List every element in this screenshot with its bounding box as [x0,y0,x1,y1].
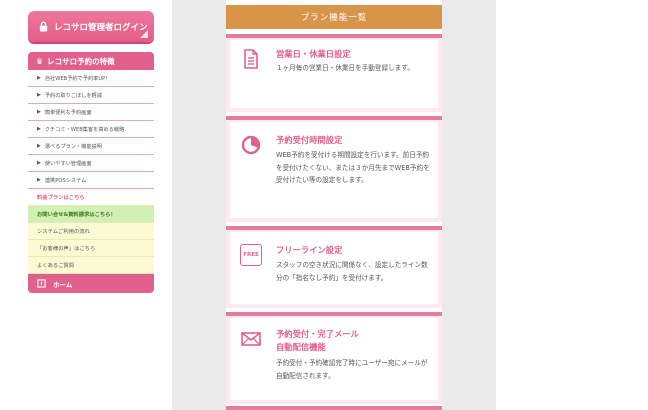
admin-login-label: レコサロ管理者ログイン [54,22,148,33]
triangle-bullet-icon: ▶ [37,126,41,132]
sidebar-extra-label: よくあるご質問 [37,263,75,269]
card-body: 予約受付時間設定 WEB予約を受付ける期間設定を行います。前日予約を受付けたくな… [230,122,438,218]
card-body: 予約受付・完了メール 自動配信機能 予約受付・予約確認完了時にユーザー宛にメール… [230,318,438,400]
sidebar-extra-link[interactable]: よくあるご質問 [28,257,154,274]
sidebar-nav-label: 使いやすい管理画面 [44,160,92,167]
sidebar-nav-label: 予約の取りこぼしを軽減 [44,92,102,99]
sidebar-nav-item[interactable]: ▶ 連携POSシステム [28,172,154,189]
card-body: 営業日・休業日設定 １ヶ月毎の営業日・休業日を手動登録します。 [230,40,438,108]
crown-icon: ♛ [36,56,44,66]
sidebar-extra-label: 料金プランはこちら [37,195,85,201]
background-strip-right [442,0,496,410]
card-title-line: 予約受付・完了メール [276,329,359,339]
corner-arrow-icon [140,30,148,38]
plan-features-panel: プラン機能一覧 営業日・休業日設定 １ヶ月毎の営業日・休業日を手動登録します。 … [226,0,442,410]
triangle-bullet-icon: ▶ [37,160,41,166]
feature-nav-list: ▶ 自社WEB予約で予約率UP！ ▶ 予約の取りこぼしを軽減 ▶ 簡単便利な予約画面 ▶ クチ… [28,70,154,189]
card-body: FREE フリーライン設定 スタッフの空き状況に関係なく、設定したライン数分の「… [230,232,438,304]
home-label: ホーム [53,280,73,289]
card-description: １ヶ月毎の営業日・休業日を手動登録します。 [276,64,414,72]
pie-chart-icon [241,135,261,155]
sidebar-nav-label: 連携POSシステム [44,177,87,184]
sidebar-nav-item[interactable]: ▶ 使いやすい管理画面 [28,155,154,172]
sidebar-nav-item[interactable]: ▶ 簡単便利な予約画面 [28,104,154,121]
admin-login-button[interactable]: レコサロ管理者ログイン [28,11,154,42]
card-description: スタッフの空き状況に関係なく、設定したライン数分の「指名なし予約」を受付けます。 [276,261,428,282]
card-title: 予約受付・完了メール 自動配信機能 [276,328,359,354]
card-description: 予約受付・予約確認完了時にユーザー宛にメールが自動配信されます。 [276,359,428,380]
free-badge-text: FREE [243,252,259,258]
card-title: 営業日・休業日設定 [276,49,351,59]
feature-card-reservation-hours: 予約受付時間設定 WEB予約を受付ける期間設定を行います。前日予約を受付けたくな… [226,116,442,222]
features-header-label: レコサロ予約の特徴 [47,56,115,66]
sidebar: レコサロ管理者ログイン ♛ レコサロ予約の特徴 ▶ 自社WEB予約で予約率UP！ ▶… [28,11,154,293]
card-title: 予約受付時間設定 [276,135,343,145]
sidebar-extra-label: お問い合せ&資料請求はこちら！ [37,212,116,218]
sidebar-nav-item[interactable]: ▶ 選べるプラン・機能説明 [28,138,154,155]
feature-card-auto-mail: 予約受付・完了メール 自動配信機能 予約受付・予約確認完了時にユーザー宛にメール… [226,312,442,404]
sidebar-nav-label: 簡単便利な予約画面 [44,109,92,116]
triangle-bullet-icon: ▶ [37,75,41,81]
mail-icon [241,332,261,346]
free-badge-icon: FREE [240,244,262,266]
sidebar-nav-item[interactable]: ▶ クチコミ・WEB集客を高める戦略 [28,121,154,138]
triangle-bullet-icon: ▶ [37,92,41,98]
sidebar-nav-label: クチコミ・WEB集客を高める戦略 [44,126,125,133]
lock-icon [39,21,48,32]
feature-card-business-days: 営業日・休業日設定 １ヶ月毎の営業日・休業日を手動登録します。 [226,34,442,112]
sidebar-extra-label: 「お客様の声」はこちら [37,246,96,252]
features-section-header: ♛ レコサロ予約の特徴 [28,52,154,70]
plan-features-header: プラン機能一覧 [226,5,442,29]
background-strip-left [172,0,226,410]
document-icon [244,49,258,69]
sidebar-nav-item[interactable]: ▶ 予約の取りこぼしを軽減 [28,87,154,104]
card-description: WEB予約を受付ける期間設定を行います。前日予約を受付けたくない、または３か月先… [276,151,430,184]
triangle-bullet-icon: ▶ [37,143,41,149]
sidebar-extra-label: システムご利用の流れ [37,229,90,235]
sidebar-extra-link[interactable]: お問い合せ&資料請求はこちら！ [28,206,154,223]
triangle-bullet-icon: ▶ [37,177,41,183]
triangle-bullet-icon: ▶ [37,109,41,115]
feature-card-next [226,406,442,410]
sidebar-nav-label: 自社WEB予約で予約率UP！ [44,75,111,82]
sidebar-extra-link[interactable]: 料金プランはこちら [28,189,154,206]
sidebar-nav-item[interactable]: ▶ 自社WEB予約で予約率UP！ [28,70,154,87]
card-title-line: 自動配信機能 [276,342,326,352]
sidebar-extra-link[interactable]: 「お客様の声」はこちら [28,240,154,257]
card-title: フリーライン設定 [276,245,343,255]
extra-links-list: 料金プランはこちらお問い合せ&資料請求はこちら！ システムご利用の流れ 「お客様の声… [28,189,154,274]
home-button[interactable]: ホーム [28,274,154,293]
home-icon [37,279,46,288]
feature-card-free-line: FREE フリーライン設定 スタッフの空き状況に関係なく、設定したライン数分の「… [226,226,442,308]
sidebar-extra-link[interactable]: システムご利用の流れ [28,223,154,240]
sidebar-nav-label: 選べるプラン・機能説明 [44,143,102,150]
